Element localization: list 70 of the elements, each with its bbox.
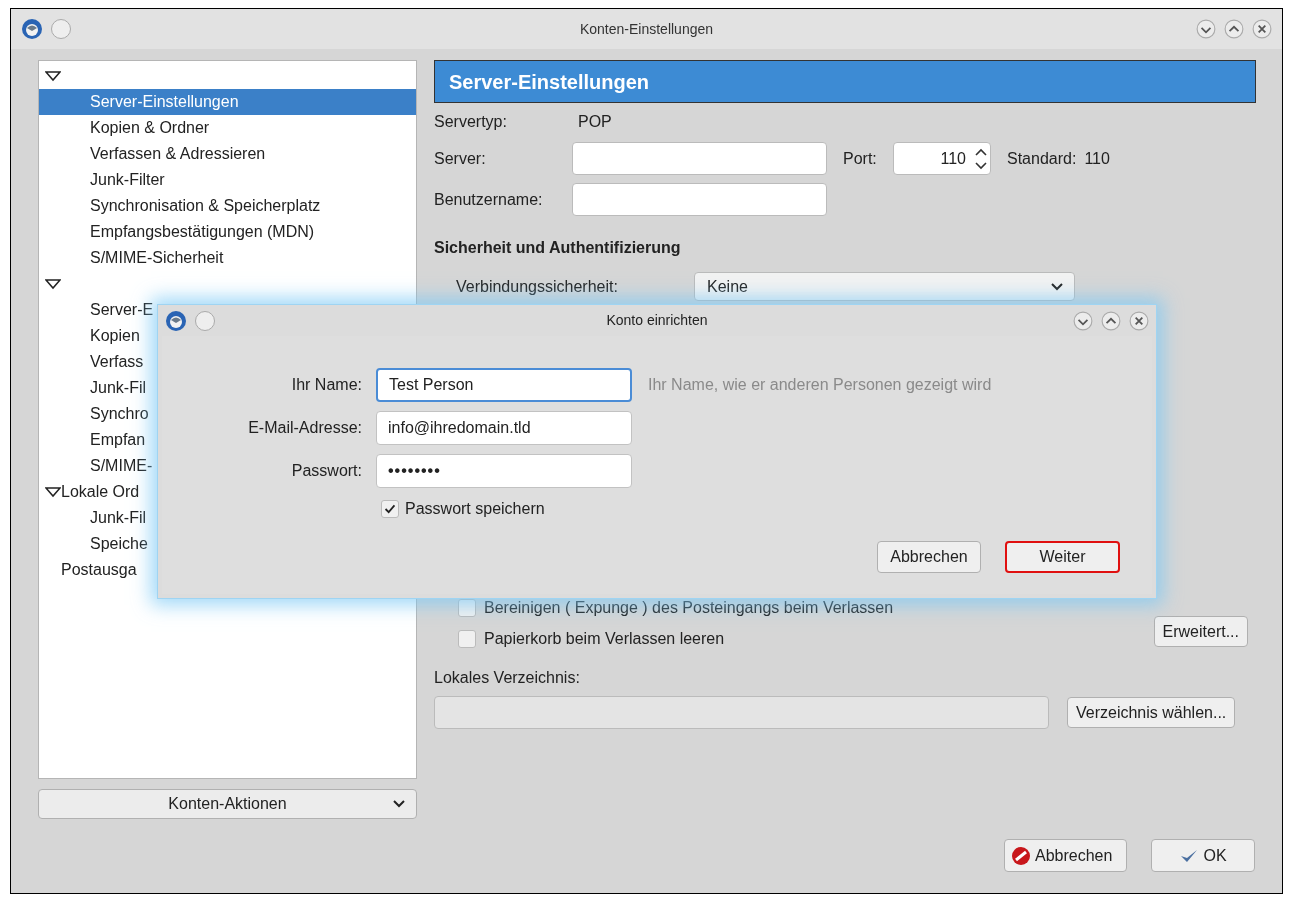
section-heading: Sicherheit und Authentifizierung bbox=[434, 238, 682, 258]
close-button[interactable] bbox=[1129, 310, 1149, 331]
input-field[interactable]: Test Person bbox=[376, 368, 632, 402]
window-title: Konten-Einstellungen bbox=[579, 19, 714, 39]
expand-arrow-icon[interactable] bbox=[45, 486, 61, 498]
field-label: Port: bbox=[843, 148, 878, 169]
close-button[interactable] bbox=[1252, 19, 1272, 39]
hint-text: Ihr Name, wie er anderen Personen gezeigt wird bbox=[648, 375, 992, 395]
input-field[interactable]: info@ihredomain.tld bbox=[376, 411, 632, 445]
next-button[interactable]: Weiter bbox=[1005, 541, 1120, 573]
minimize-button[interactable] bbox=[1073, 310, 1093, 331]
tree-item[interactable]: Junk-Fil bbox=[90, 375, 146, 401]
advanced-button[interactable]: Erweitert... bbox=[1153, 616, 1248, 647]
username-field[interactable] bbox=[572, 183, 827, 216]
checkbox-label: Passwort speichern bbox=[405, 499, 545, 519]
expand-arrow-icon[interactable] bbox=[45, 278, 61, 290]
tree-item[interactable]: S/MIME- bbox=[90, 453, 153, 479]
tree-item[interactable]: S/MIME-Sicherheit bbox=[90, 245, 224, 271]
tree-item[interactable]: Synchronisation & Speicherplatz bbox=[90, 193, 321, 219]
port-spinbox[interactable]: 110 bbox=[893, 142, 991, 175]
checkbox-label: Papierkorb beim Verlassen leeren bbox=[484, 629, 725, 649]
tree-item[interactable]: Postausga bbox=[61, 557, 137, 583]
cancel-button[interactable]: Abbrechen bbox=[877, 541, 981, 573]
caret-icon bbox=[392, 798, 406, 810]
minimize-button[interactable] bbox=[1196, 19, 1216, 39]
dialog-title: Konto einrichten bbox=[606, 311, 708, 330]
caret-icon bbox=[1050, 281, 1064, 293]
tree-item[interactable]: Server-Einstellungen bbox=[39, 89, 416, 115]
field-label: Standard: bbox=[1007, 148, 1077, 169]
server-type-value: POP bbox=[578, 112, 612, 132]
account-actions-dropdown[interactable]: Konten-Aktionen bbox=[38, 789, 417, 819]
tree-item[interactable]: Kopien & Ordner bbox=[90, 115, 210, 141]
ok-button[interactable]: OK bbox=[1151, 839, 1255, 872]
tree-item[interactable]: Junk-Filter bbox=[90, 167, 165, 193]
tree-item[interactable]: Empfangsbestätigungen (MDN) bbox=[90, 219, 315, 245]
panel-header: Server-Einstellungen bbox=[434, 60, 1256, 103]
cancel-button[interactable]: Abbrechen bbox=[1004, 839, 1127, 872]
checked-checkbox[interactable] bbox=[381, 500, 399, 518]
app-icon bbox=[165, 309, 187, 332]
field-label: Benutzername: bbox=[434, 189, 544, 210]
field-label: Verbindungssicherheit: bbox=[456, 276, 619, 297]
app-icon bbox=[21, 18, 43, 40]
password-field[interactable]: •••••••• bbox=[376, 454, 632, 488]
tree-item[interactable]: Verfassen & Adressieren bbox=[90, 141, 266, 167]
field-label: Servertyp: bbox=[434, 112, 508, 132]
local-directory-field[interactable] bbox=[434, 696, 1049, 729]
tree-item[interactable]: Verfass bbox=[90, 349, 144, 375]
field-label: Passwort: bbox=[290, 461, 362, 481]
checkbox[interactable] bbox=[458, 630, 476, 648]
security-dropdown[interactable]: Keine bbox=[694, 272, 1075, 301]
tree-item[interactable]: Empfan bbox=[90, 427, 146, 453]
tree-item[interactable]: Kopien bbox=[90, 323, 140, 349]
maximize-button[interactable] bbox=[1101, 310, 1121, 331]
checkbox[interactable] bbox=[458, 599, 476, 617]
tree-item[interactable]: Lokale Ord bbox=[61, 479, 140, 505]
field-label: Lokales Verzeichnis: bbox=[434, 668, 581, 688]
tree-item[interactable]: Junk-Fil bbox=[90, 505, 146, 531]
cancel-icon bbox=[1011, 845, 1031, 866]
checkbox-label: Bereinigen ( Expunge ) des Posteingangs beim Verlassen bbox=[484, 598, 894, 618]
field-label: Server: bbox=[434, 148, 487, 169]
tree-item[interactable]: Speiche bbox=[90, 531, 148, 557]
tree-item[interactable]: Server-E bbox=[90, 297, 154, 323]
maximize-button[interactable] bbox=[1224, 19, 1244, 39]
default-port-value: 110 bbox=[1084, 148, 1110, 169]
server-field[interactable] bbox=[572, 142, 827, 175]
tree-item[interactable]: Synchro bbox=[90, 401, 149, 427]
field-label: E-Mail-Adresse: bbox=[247, 418, 362, 438]
expand-arrow-icon[interactable] bbox=[45, 70, 61, 82]
choose-directory-button[interactable]: Verzeichnis wählen... bbox=[1067, 697, 1236, 728]
field-label: Ihr Name: bbox=[290, 375, 362, 395]
